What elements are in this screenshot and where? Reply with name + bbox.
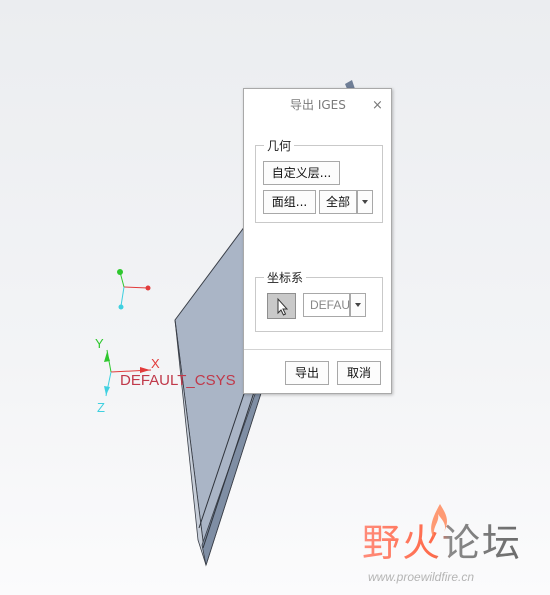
dialog-titlebar[interactable]: 导出 IGES × (244, 89, 391, 122)
csys-select-button[interactable] (267, 293, 296, 319)
geometry-type-select[interactable]: 全部 (319, 190, 357, 214)
csys-value-field[interactable]: DEFAUL (303, 293, 350, 317)
custom-layers-button[interactable]: 自定义层... (263, 161, 340, 185)
dialog-separator (244, 349, 391, 350)
x-axis-label: X (151, 356, 160, 371)
dialog-title: 导出 IGES (290, 98, 346, 112)
view-orientation-triad (117, 269, 151, 310)
export-button[interactable]: 导出 (285, 361, 329, 385)
csys-name-label: DEFAULT_CSYS (120, 372, 236, 389)
cursor-arrow-icon (277, 297, 289, 316)
y-axis-label: Y (95, 336, 104, 351)
csys-group-legend: 坐标系 (267, 271, 304, 285)
close-icon[interactable]: × (372, 89, 383, 122)
z-axis-label: Z (97, 400, 105, 415)
chevron-down-icon[interactable] (357, 190, 373, 214)
cancel-button[interactable]: 取消 (337, 361, 381, 385)
watermark-url: www.proewildfire.cn (368, 570, 475, 584)
quilts-button[interactable]: 面组... (263, 190, 316, 214)
geometry-group-legend: 几何 (267, 139, 292, 153)
export-iges-dialog: 导出 IGES × 几何 自定义层... 面组... 全部 坐标系 DEFAUL… (243, 88, 392, 394)
flame-icon (431, 504, 447, 538)
chevron-down-icon[interactable] (350, 293, 366, 317)
